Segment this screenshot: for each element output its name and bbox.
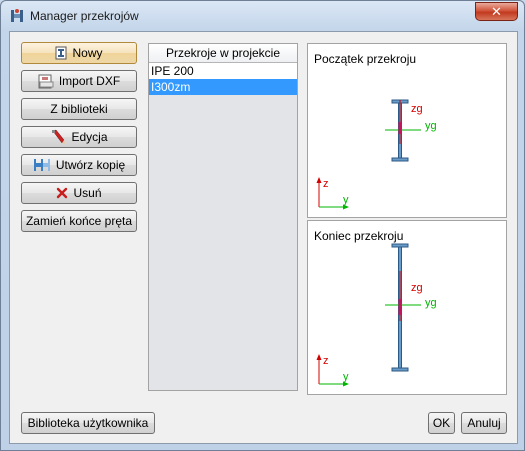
preview-start-drawing: zg yg z y — [316, 99, 437, 210]
ok-label: OK — [432, 416, 451, 430]
import-dxf-button[interactable]: Import DXF — [21, 70, 137, 92]
list-item-selected[interactable]: I300zm — [149, 79, 297, 95]
preview-start: Początek przekroju zg yg z y — [307, 43, 507, 218]
sections-list[interactable]: Przekroje w projekcie IPE 200 I300zm — [148, 43, 298, 391]
from-library-label: Z biblioteki — [50, 102, 108, 116]
preview-end-drawing: zg yg z y — [316, 243, 437, 387]
yg-label: yg — [425, 120, 437, 132]
swap-ends-button[interactable]: Zamień końce pręta — [21, 210, 137, 232]
delete-button[interactable]: Usuń — [21, 182, 137, 204]
edit-button[interactable]: Edycja — [21, 126, 137, 148]
dialog-window: Manager przekrojów ✕ Nowy Import DXF Z b… — [0, 0, 525, 451]
zg-label: zg — [411, 103, 423, 115]
user-library-label: Biblioteka użytkownika — [27, 416, 149, 430]
y-axis-label: y — [343, 194, 349, 206]
edit-label: Edycja — [71, 130, 108, 144]
centroid-marker — [398, 122, 402, 134]
delete-x-icon — [57, 187, 68, 199]
swap-ends-label: Zamień końce pręta — [25, 214, 133, 228]
user-library-button[interactable]: Biblioteka użytkownika — [21, 412, 155, 434]
yg-label: yg — [425, 297, 437, 309]
cancel-label: Anuluj — [467, 416, 501, 430]
list-item[interactable]: IPE 200 — [149, 63, 297, 79]
copy-button[interactable]: Utwórz kopię — [21, 154, 137, 176]
z-axis-arrow — [316, 354, 322, 360]
z-axis-arrow — [316, 177, 322, 183]
preview-end: Koniec przekroju zg yg z y — [307, 220, 507, 395]
ok-button[interactable]: OK — [428, 412, 455, 434]
cancel-button[interactable]: Anuluj — [461, 412, 507, 434]
copy-icon — [33, 159, 50, 171]
new-button[interactable]: Nowy — [21, 42, 137, 64]
dialog-body: Nowy Import DXF Z biblioteki Edycja Utwó… — [9, 31, 518, 444]
z-axis-label: z — [323, 355, 329, 367]
from-library-button[interactable]: Z biblioteki — [21, 98, 137, 120]
close-icon: ✕ — [491, 4, 502, 19]
close-button[interactable]: ✕ — [475, 2, 518, 21]
zg-label: zg — [411, 282, 423, 294]
copy-label: Utwórz kopię — [55, 158, 126, 172]
delete-label: Usuń — [73, 186, 102, 200]
z-axis-label: z — [323, 178, 329, 190]
title-bar[interactable]: Manager przekrojów ✕ — [1, 1, 524, 31]
pencil-icon — [52, 129, 66, 144]
new-section-icon — [55, 46, 67, 60]
new-button-label: Nowy — [72, 46, 103, 60]
centroid-marker — [398, 299, 402, 315]
window-title: Manager przekrojów — [30, 9, 139, 23]
sections-list-header: Przekroje w projekcie — [149, 44, 297, 63]
import-dxf-label: Import DXF — [58, 74, 121, 88]
y-axis-label: y — [343, 371, 349, 383]
app-icon — [11, 9, 23, 22]
dxf-file-icon — [38, 74, 54, 88]
